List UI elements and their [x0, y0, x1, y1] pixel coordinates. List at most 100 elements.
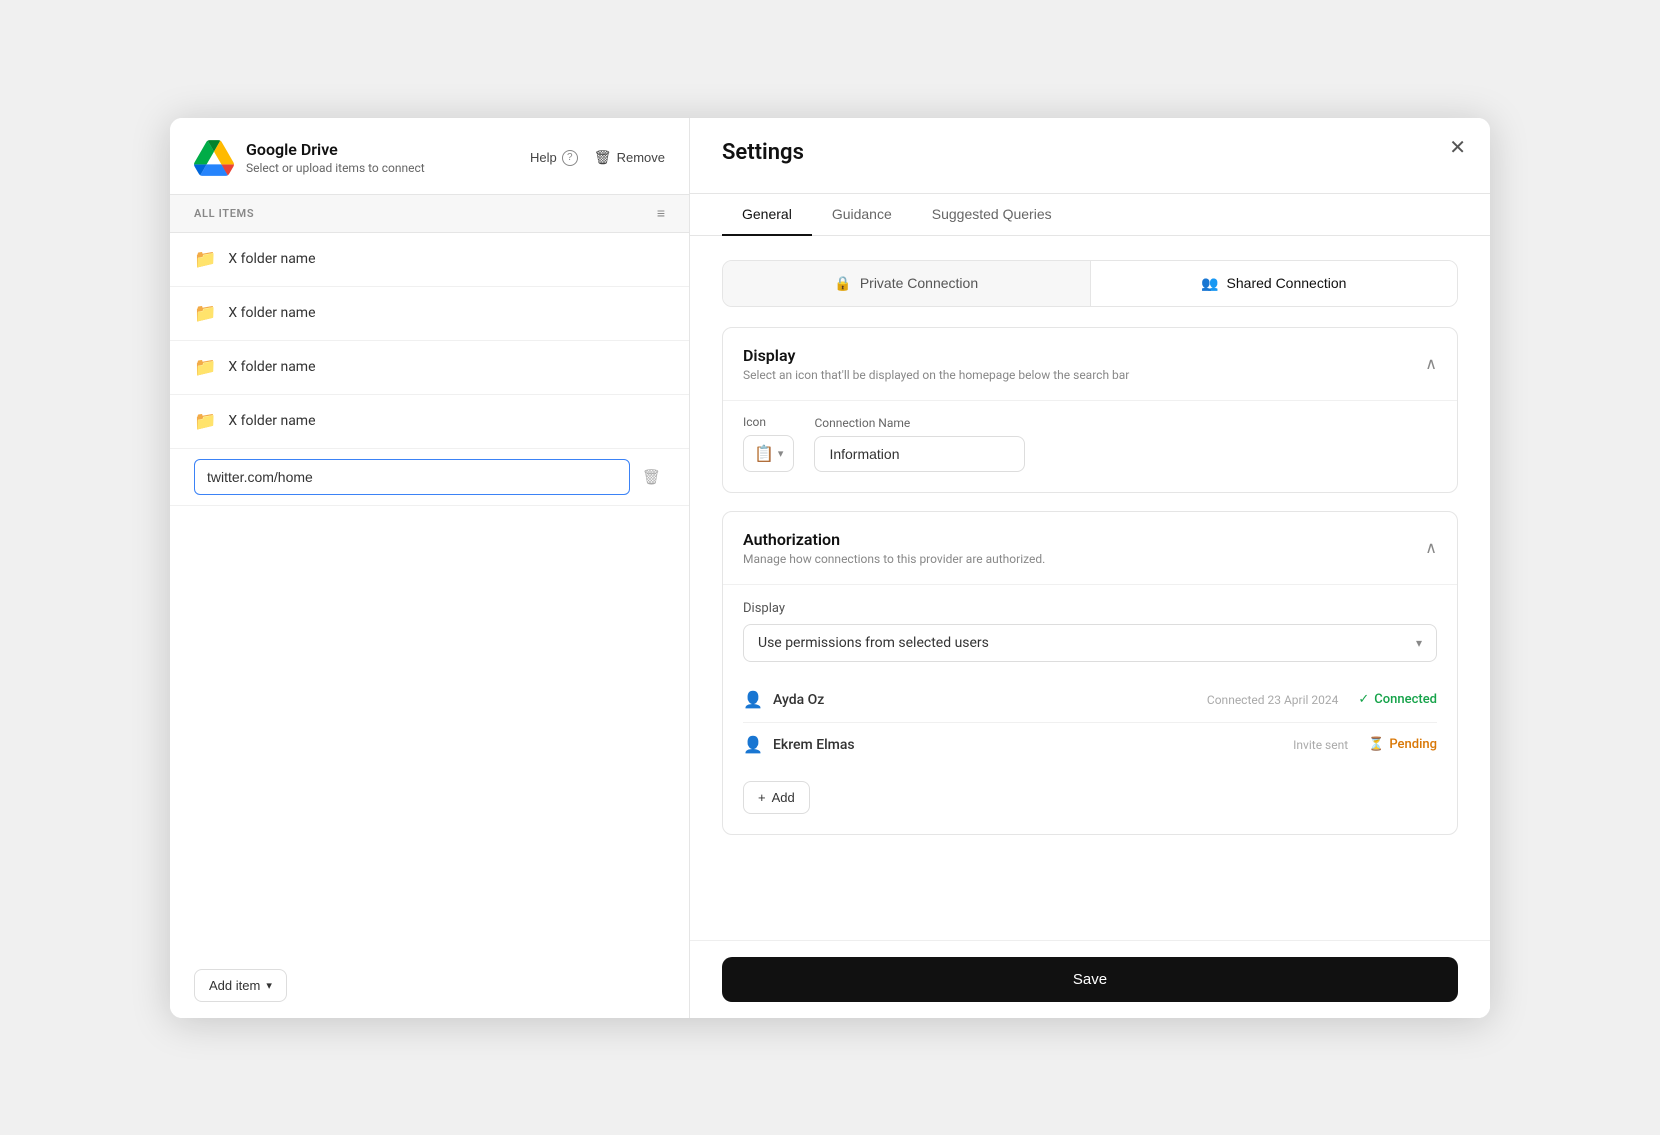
remove-button[interactable]: 🗑 Remove [594, 149, 665, 166]
tab-guidance[interactable]: Guidance [812, 194, 912, 236]
collapse-icon[interactable]: ∧ [1425, 354, 1437, 373]
display-section-body: Icon 📋 ▾ Connection Name [723, 400, 1457, 492]
user-avatar-icon: 👤 [743, 690, 763, 710]
auth-title: Authorization [743, 530, 1045, 549]
folder-icon: 📁 [194, 249, 216, 270]
trash-icon: 🗑 [642, 469, 661, 486]
folder-name: X folder name [228, 305, 315, 321]
header-actions: Help ? 🗑 Remove [530, 149, 665, 166]
connection-name-field: Connection Name [814, 402, 1437, 472]
logo-text: Google Drive Select or upload items to c… [246, 140, 425, 175]
permissions-value: Use permissions from selected users [758, 635, 989, 651]
right-content: 🔒 Private Connection 👥 Shared Connection… [690, 236, 1490, 940]
close-button[interactable]: ✕ [1449, 138, 1466, 158]
icon-field-label: Icon [743, 415, 794, 429]
picker-chevron-icon: ▾ [778, 447, 784, 460]
display-header-text: Display Select an icon that'll be displa… [743, 346, 1129, 382]
display-subtitle: Select an icon that'll be displayed on t… [743, 368, 1129, 382]
delete-url-button[interactable]: 🗑 [638, 464, 665, 490]
tab-general[interactable]: General [722, 194, 812, 236]
help-button[interactable]: Help ? [530, 150, 578, 166]
user-name: Ekrem Elmas [773, 737, 1283, 753]
auth-section-body: Display Use permissions from selected us… [723, 584, 1457, 834]
icon-field: Icon 📋 ▾ [743, 401, 794, 472]
users-list: 👤 Ayda Oz Connected 23 April 2024 ✓ Conn… [743, 678, 1437, 767]
status-badge: ⏳ Pending [1368, 737, 1437, 752]
shared-connection-option[interactable]: 👥 Shared Connection [1091, 261, 1458, 306]
status-label: Pending [1389, 737, 1437, 752]
list-item[interactable]: 📁 X folder name [170, 233, 689, 287]
user-name: Ayda Oz [773, 692, 1197, 708]
folder-name: X folder name [228, 251, 315, 267]
add-user-label: Add [772, 790, 795, 805]
folder-name: X folder name [228, 413, 315, 429]
save-bar: Save [690, 940, 1490, 1018]
add-item-button[interactable]: Add item ▾ [194, 969, 287, 1002]
trash-icon: 🗑 [594, 149, 612, 166]
add-item-area: Add item ▾ [170, 953, 689, 1018]
status-label: Connected [1374, 692, 1437, 707]
tabs-bar: General Guidance Suggested Queries [690, 194, 1490, 236]
plus-icon: + [758, 790, 766, 805]
auth-collapse-icon[interactable]: ∧ [1425, 538, 1437, 557]
auth-subtitle: Manage how connections to this provider … [743, 552, 1045, 566]
auth-display-label: Display [743, 601, 1437, 616]
all-items-label: ALL ITEMS [194, 207, 254, 220]
user-row: 👤 Ayda Oz Connected 23 April 2024 ✓ Conn… [743, 678, 1437, 723]
connection-name-label: Connection Name [814, 416, 1437, 430]
logo-area: Google Drive Select or upload items to c… [194, 140, 425, 176]
private-connection-label: Private Connection [860, 275, 978, 291]
folder-icon: 📁 [194, 303, 216, 324]
help-icon: ? [562, 150, 578, 166]
list-item[interactable]: 📁 X folder name [170, 341, 689, 395]
left-header: Google Drive Select or upload items to c… [170, 118, 689, 195]
url-input[interactable] [194, 459, 630, 495]
items-list: 📁 X folder name 📁 X folder name 📁 X fold… [170, 233, 689, 953]
left-panel: Google Drive Select or upload items to c… [170, 118, 690, 1018]
folder-name: X folder name [228, 359, 315, 375]
user-row: 👤 Ekrem Elmas Invite sent ⏳ Pending [743, 723, 1437, 767]
connection-type-selector: 🔒 Private Connection 👥 Shared Connection [722, 260, 1458, 307]
add-user-button[interactable]: + Add [743, 781, 810, 814]
connection-name-input[interactable] [814, 436, 1025, 472]
url-input-row: 🗑 [170, 449, 689, 506]
remove-label: Remove [617, 150, 665, 165]
folder-icon: 📁 [194, 357, 216, 378]
authorization-section: Authorization Manage how connections to … [722, 511, 1458, 835]
user-status-date: Connected 23 April 2024 [1207, 693, 1338, 707]
auth-header-text: Authorization Manage how connections to … [743, 530, 1045, 566]
add-item-label: Add item [209, 978, 260, 993]
dropdown-chevron-icon: ▾ [1416, 636, 1422, 650]
settings-title: Settings [722, 140, 804, 165]
icon-picker[interactable]: 📋 ▾ [743, 435, 794, 472]
status-badge: ✓ Connected [1358, 692, 1437, 707]
display-title: Display [743, 346, 1129, 365]
picker-symbol: 📋 [754, 444, 774, 463]
user-avatar-icon: 👤 [743, 735, 763, 755]
user-status-date: Invite sent [1293, 738, 1348, 752]
app-title: Google Drive [246, 140, 425, 159]
all-items-bar: ALL ITEMS ≡ [170, 195, 689, 233]
check-icon: ✓ [1358, 692, 1369, 707]
save-button[interactable]: Save [722, 957, 1458, 1002]
right-header: Settings ✕ [690, 118, 1490, 194]
list-item[interactable]: 📁 X folder name [170, 287, 689, 341]
display-section: Display Select an icon that'll be displa… [722, 327, 1458, 493]
folder-icon: 📁 [194, 411, 216, 432]
shared-connection-label: Shared Connection [1227, 275, 1347, 291]
lock-icon: 🔒 [834, 275, 851, 292]
users-icon: 👥 [1201, 275, 1218, 292]
google-drive-logo [194, 140, 234, 176]
chevron-down-icon: ▾ [266, 979, 272, 992]
private-connection-option[interactable]: 🔒 Private Connection [723, 261, 1091, 306]
help-label: Help [530, 150, 557, 165]
right-panel: Settings ✕ General Guidance Suggested Qu… [690, 118, 1490, 1018]
pending-icon: ⏳ [1368, 737, 1384, 752]
list-item[interactable]: 📁 X folder name [170, 395, 689, 449]
auth-section-header: Authorization Manage how connections to … [723, 512, 1457, 584]
permissions-dropdown[interactable]: Use permissions from selected users ▾ [743, 624, 1437, 662]
app-subtitle: Select or upload items to connect [246, 161, 425, 175]
filter-icon[interactable]: ≡ [657, 205, 665, 222]
display-section-header: Display Select an icon that'll be displa… [723, 328, 1457, 400]
tab-suggested-queries[interactable]: Suggested Queries [912, 194, 1072, 236]
